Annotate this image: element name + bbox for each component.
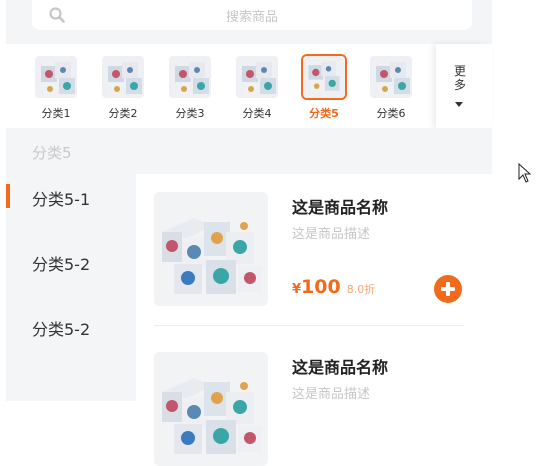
product-image <box>154 352 268 466</box>
subnav-label: 分类5-2 <box>32 255 91 274</box>
product-image <box>154 192 268 306</box>
search-area: 搜索商品 <box>6 0 492 44</box>
product-divider <box>154 325 464 326</box>
price-value: 100 <box>301 276 341 298</box>
category-label: 分类5 <box>309 107 339 120</box>
more-categories-button[interactable]: 更多 <box>436 44 492 128</box>
product-card[interactable]: 这是商品名称 这是商品描述 <box>136 334 492 466</box>
product-description: 这是商品描述 <box>292 387 371 402</box>
product-card[interactable]: 这是商品名称 这是商品描述 ¥100 8.0折 <box>136 174 492 334</box>
product-description: 这是商品描述 <box>292 227 371 242</box>
product-list: 这是商品名称 这是商品描述 ¥100 8.0折 这是商品名称 这是商品描述 <box>136 174 492 466</box>
category-label: 分类4 <box>242 107 272 120</box>
category-item-6[interactable]: 分类6 <box>365 54 417 124</box>
category-item-5[interactable]: 分类5 <box>298 54 350 124</box>
category-label: 分类3 <box>175 107 205 120</box>
product-name: 这是商品名称 <box>292 358 389 377</box>
category-thumbnail <box>234 54 280 100</box>
category-thumbnail <box>301 54 347 100</box>
category-thumbnail <box>33 54 79 100</box>
subnav-item-2[interactable]: 分类5-2 <box>6 239 136 285</box>
category-thumbnail <box>100 54 146 100</box>
price-discount: 8.0折 <box>346 283 376 296</box>
category-strip: 分类1 分类2 分类3 分类4 分类5 分类6 更多 <box>6 44 492 128</box>
category-item-2[interactable]: 分类2 <box>97 54 149 124</box>
search-input[interactable]: 搜索商品 <box>32 0 472 30</box>
price-currency: ¥ <box>292 282 302 297</box>
category-thumbnail <box>368 54 414 100</box>
section-header: 分类5 <box>6 128 492 174</box>
section-title: 分类5 <box>32 144 72 162</box>
category-thumbnail <box>167 54 213 100</box>
category-item-4[interactable]: 分类4 <box>231 54 283 124</box>
mouse-cursor-icon <box>518 163 532 183</box>
category-item-1[interactable]: 分类1 <box>30 54 82 124</box>
subnav-label: 分类5-1 <box>32 190 91 209</box>
subcategory-nav: 分类5-1 分类5-2 分类5-2 <box>6 174 136 401</box>
app-frame: 搜索商品 分类1 分类2 分类3 分类4 分类5 分类6 更多 分类5 分类5-… <box>6 0 492 466</box>
caret-down-icon <box>455 102 463 107</box>
category-label: 分类2 <box>108 107 138 120</box>
product-name: 这是商品名称 <box>292 198 389 217</box>
subnav-item-1[interactable]: 分类5-1 <box>6 174 136 220</box>
category-label: 分类1 <box>41 107 71 120</box>
subnav-item-3[interactable]: 分类5-2 <box>6 304 136 350</box>
category-item-3[interactable]: 分类3 <box>164 54 216 124</box>
category-label: 分类6 <box>376 107 406 120</box>
search-placeholder: 搜索商品 <box>225 10 278 25</box>
more-label: 更多 <box>454 64 467 92</box>
product-price: ¥100 8.0折 <box>292 276 375 298</box>
add-to-cart-icon[interactable] <box>434 275 462 303</box>
subnav-label: 分类5-2 <box>32 320 91 339</box>
